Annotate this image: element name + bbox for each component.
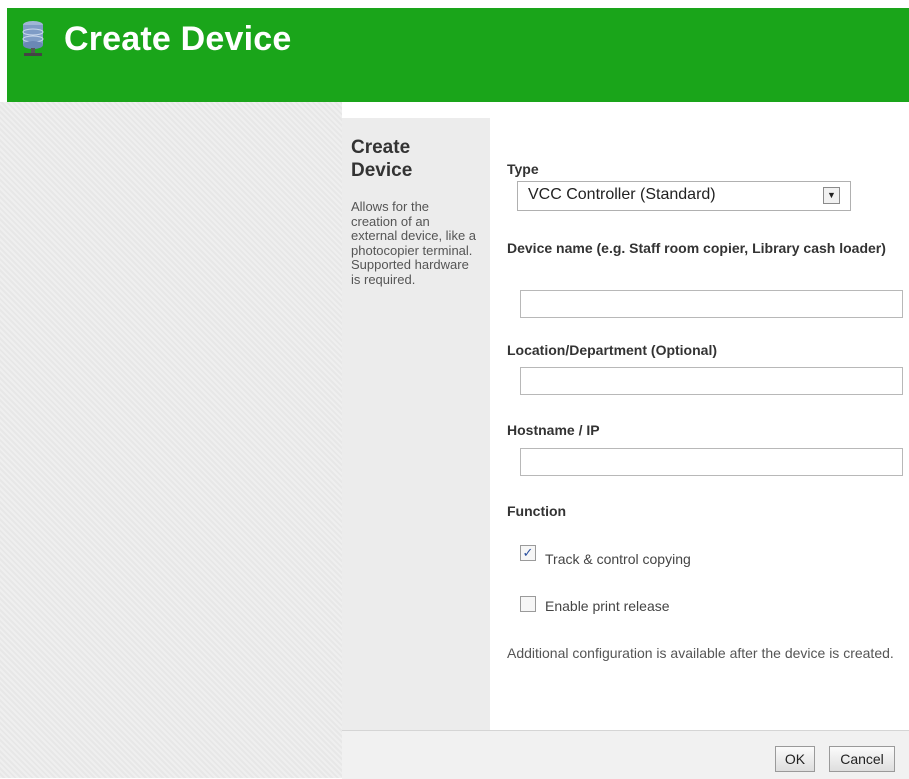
header-bar: Create Device — [7, 8, 909, 102]
type-label: Type — [507, 161, 539, 177]
track-copying-label[interactable]: Track & control copying — [545, 551, 691, 567]
dialog-footer: OK Cancel — [342, 730, 909, 779]
track-copying-checkbox[interactable]: ✓ — [520, 545, 536, 561]
configuration-note: Additional configuration is available af… — [507, 645, 894, 661]
hostname-label: Hostname / IP — [507, 422, 600, 438]
page-title: Create Device — [64, 20, 292, 58]
description-title: Create Device — [351, 137, 413, 181]
type-select[interactable]: VCC Controller (Standard) ▼ — [517, 181, 851, 211]
location-input[interactable] — [520, 367, 903, 395]
left-background-panel — [0, 102, 342, 778]
description-text: Allows for the creation of an external d… — [351, 199, 477, 287]
location-label: Location/Department (Optional) — [507, 342, 717, 358]
print-release-checkbox[interactable] — [520, 596, 536, 612]
hostname-input[interactable] — [520, 448, 903, 476]
function-label: Function — [507, 503, 567, 519]
device-name-label: Device name (e.g. Staff room copier, Lib… — [507, 240, 886, 256]
database-icon — [22, 21, 44, 56]
cancel-button[interactable]: Cancel — [829, 746, 895, 772]
print-release-label[interactable]: Enable print release — [545, 598, 670, 614]
ok-button[interactable]: OK — [775, 746, 815, 772]
chevron-down-icon[interactable]: ▼ — [823, 187, 840, 204]
type-select-value: VCC Controller (Standard) — [528, 186, 716, 203]
device-name-input[interactable] — [520, 290, 903, 318]
description-panel: Create Device Allows for the creation of… — [342, 118, 490, 730]
